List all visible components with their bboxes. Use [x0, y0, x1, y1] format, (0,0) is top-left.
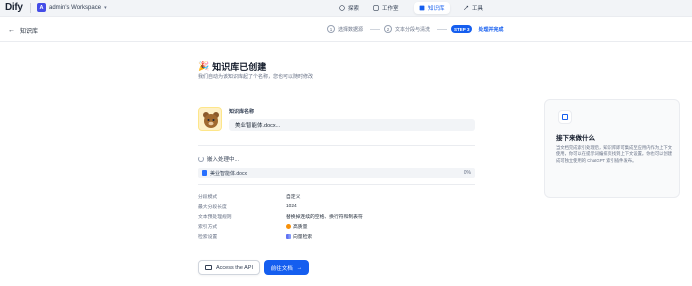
access-api-button[interactable]: Access the API [198, 260, 260, 275]
file-name: 美业智能体.docx [210, 170, 247, 177]
setting-row: 检索设置 向量检索 [198, 234, 313, 240]
workspace-avatar: A [37, 3, 46, 12]
back-to-knowledge[interactable]: ← 知识库 [8, 26, 38, 35]
knowledge-base-icon[interactable] [198, 107, 222, 131]
setting-row: 最大分段长度 1024 [198, 204, 297, 210]
file-progress-row: 美业智能体.docx 0% [198, 168, 475, 178]
workspace-selector[interactable]: A admin's Workspace ▾ [37, 3, 107, 12]
section-divider [198, 184, 475, 185]
next-steps-description: 当文档完成索引处理后，知识库即可集成至应用内作为上下文使用，你可以在提示词编排页… [556, 145, 673, 163]
step-1: 1 选择数据源 [327, 25, 384, 33]
setting-row: 索引方式 高质量 [198, 224, 308, 230]
kb-name-label: 知识库名称 [229, 109, 255, 115]
navbar-separator [30, 3, 31, 13]
file-progress: 0% [463, 170, 471, 176]
arrow-right-icon: → [296, 264, 303, 271]
studio-icon [373, 5, 379, 11]
embedding-status: 嵌入处理中... [198, 155, 239, 163]
header-divider [0, 41, 692, 42]
kb-name-input[interactable]: 美业智能体.docx... [229, 119, 475, 131]
step-2: 2 文本分段与清洗 [384, 25, 451, 33]
book-icon [558, 110, 572, 124]
workspace-name: admin's Workspace [49, 4, 102, 11]
page-subtitle: 我们自动为该知识库起了个名称，您也可以随时修改 [198, 74, 314, 80]
top-navbar: Dify A admin's Workspace ▾ 探索 工作室 知识库 工具 [0, 0, 692, 16]
go-to-document-button[interactable]: 前往文档 → [264, 260, 309, 275]
step-indicator: 1 选择数据源 2 文本分段与清洗 STEP 3 处理并完成 [327, 25, 503, 33]
nav-explore[interactable]: 探索 [334, 2, 364, 14]
arrow-left-icon: ← [8, 27, 15, 34]
page-title: 🎉 知识库已创建 [198, 61, 267, 72]
tools-icon [463, 5, 469, 11]
knowledge-icon [419, 5, 425, 11]
setting-row: 分段模式 自定义 [198, 195, 301, 200]
next-steps-panel: 接下来做什么 当文档完成索引处理后，知识库即可集成至应用内作为上下文使用，你可以… [544, 99, 680, 198]
dify-logo[interactable]: Dify [5, 2, 23, 13]
step-3: STEP 3 处理并完成 [451, 25, 503, 33]
party-popper-icon: 🎉 [198, 61, 210, 71]
vector-search-icon [286, 234, 291, 239]
nav-tools[interactable]: 工具 [458, 2, 488, 14]
main-card: ← 知识库 1 选择数据源 2 文本分段与清洗 STEP 3 处理并完成 🎉 知… [0, 16, 692, 286]
back-label: 知识库 [20, 29, 39, 35]
setting-row: 文本预处理规则 替换掉连续的空格、换行符和制表符 [198, 215, 363, 220]
section-divider [198, 145, 475, 146]
nav-knowledge[interactable]: 知识库 [414, 2, 450, 14]
terminal-icon [205, 265, 212, 270]
nav-studio[interactable]: 工作室 [368, 2, 404, 14]
loading-spinner-icon [198, 156, 204, 162]
bear-face-icon [203, 112, 219, 128]
explore-icon [339, 5, 345, 11]
document-icon [202, 170, 207, 176]
high-quality-icon [286, 224, 291, 229]
chevron-down-icon: ▾ [104, 4, 107, 11]
next-steps-title: 接下来做什么 [556, 135, 595, 142]
